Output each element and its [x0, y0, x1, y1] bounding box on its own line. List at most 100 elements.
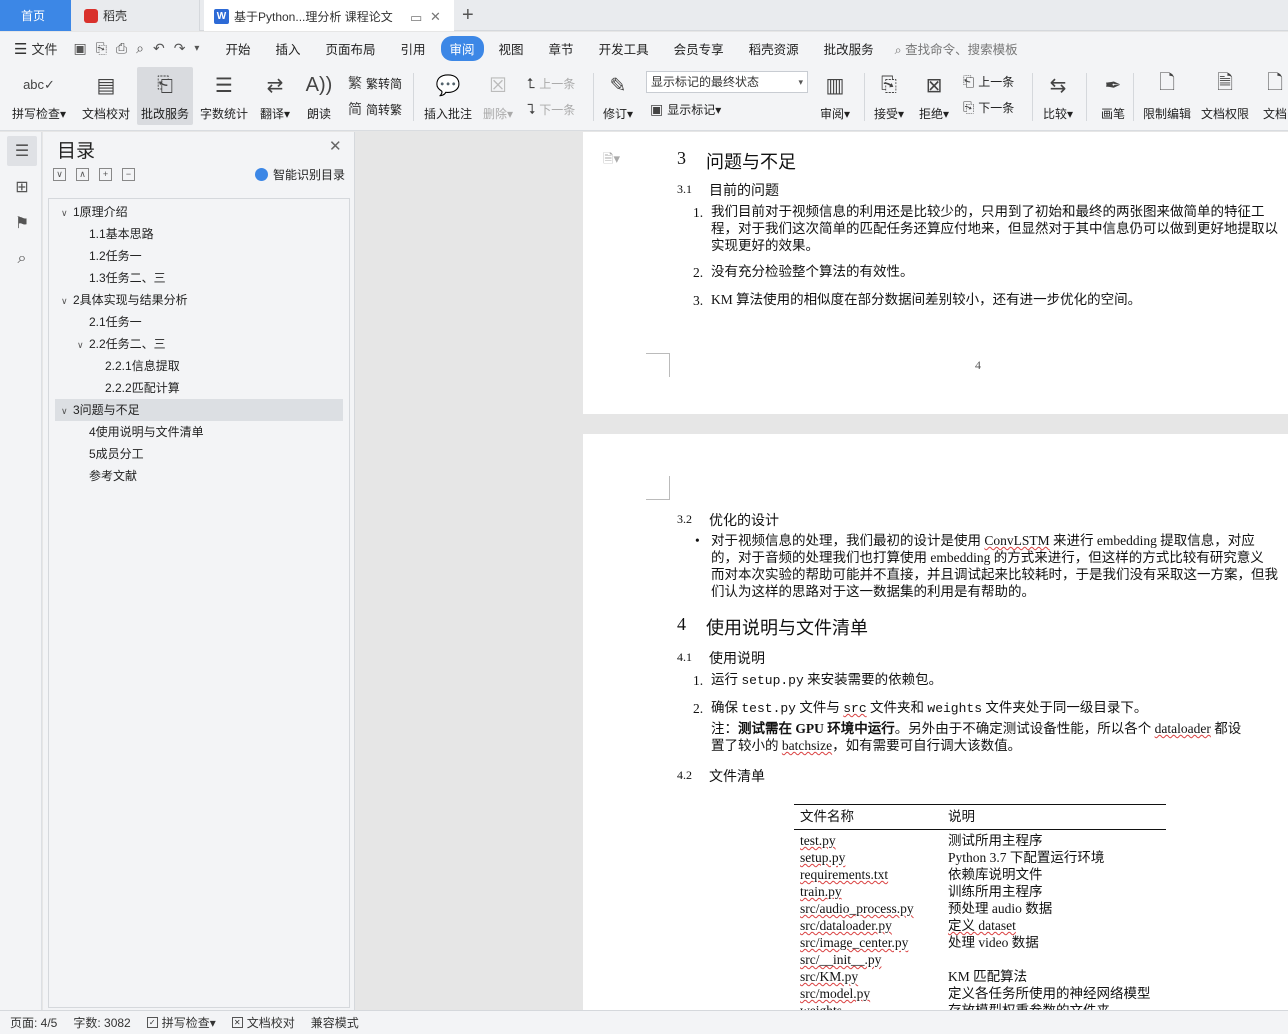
toc-item[interactable]: 5成员分工 [55, 443, 343, 465]
simp-to-trad-button[interactable]: 简简转繁 [348, 99, 402, 119]
doc-proof-toggle[interactable]: ✕ 文档校对 [231, 1014, 295, 1031]
crop-mark [646, 476, 670, 500]
next-change-button[interactable]: ⎘ 下一条 [963, 99, 1014, 116]
bookmark-icon[interactable]: ⚑ [7, 208, 37, 238]
smart-toc-button[interactable]: 智能识别目录 [255, 166, 345, 183]
prev-change-button[interactable]: ⎗ 上一条 [963, 73, 1014, 90]
add-heading-icon[interactable]: + [99, 168, 112, 181]
doc-more-button[interactable]: 🗋 文档 [1259, 67, 1288, 125]
remove-heading-icon[interactable]: − [122, 168, 135, 181]
page-number: 4 [975, 358, 981, 372]
prev-comment-button[interactable]: ⮤ 上一条 [527, 75, 575, 92]
menu-tab-references[interactable]: 引用 [391, 36, 436, 61]
code-run: weights [927, 701, 982, 716]
next-comment-button[interactable]: ⮧ 下一条 [527, 101, 575, 118]
markup-state-select[interactable]: 显示标记的最终状态 ▾ [646, 71, 808, 93]
page-indicator[interactable]: 页面: 4/5 [10, 1014, 57, 1031]
tab-float-icon[interactable]: ▭ [410, 10, 422, 26]
spell-check-button[interactable]: abc✓ 拼写检查▾ [12, 67, 66, 125]
toc-item[interactable]: 1.2任务一 [55, 245, 343, 267]
review-pane-button[interactable]: ▥ 审阅▾ [819, 67, 851, 125]
chevron-down-icon[interactable]: ∨ [61, 290, 73, 312]
redo-icon[interactable]: ↷ [174, 40, 186, 57]
restrict-edit-button[interactable]: 🗋 限制编辑 [1143, 67, 1191, 125]
toc-item[interactable]: 2.2.1信息提取 [55, 355, 343, 377]
collapse-all-icon[interactable]: ∧ [76, 168, 89, 181]
print-preview-icon[interactable]: ⌕ [136, 40, 144, 57]
subsection-number: 3.2 [677, 512, 692, 526]
smart-toc-label: 智能识别目录 [273, 168, 346, 182]
trad-to-simp-button[interactable]: 繁繁转简 [348, 73, 402, 93]
reject-button[interactable]: ⊠ 拒绝▾ [918, 67, 950, 125]
command-search[interactable]: ⌕ 查找命令、搜索模板 [895, 39, 1018, 58]
menu-tab-insert[interactable]: 插入 [265, 36, 310, 61]
ink-button[interactable]: ✒ 画笔 [1097, 67, 1129, 125]
chevron-down-icon[interactable]: ∨ [77, 334, 89, 356]
search-icon[interactable]: ⌕ [7, 244, 37, 274]
compare-button[interactable]: ⇆ 比较▾ [1042, 67, 1074, 125]
ribbon-divider [1133, 73, 1134, 121]
table-cell-filename: src/model.py [800, 986, 871, 1001]
doc-permission-button[interactable]: 🗎 文档权限 [1201, 67, 1249, 125]
document-page[interactable]: 🗎▾ 3 问题与不足 3.1 目前的问题 1. 我们目前对于视频信息的利用还是比… [583, 132, 1288, 414]
toc-item-label: 1.3任务二、三 [89, 271, 166, 285]
document-page[interactable]: 3.2 优化的设计 • 对于视频信息的处理，我们最初的设计是使用 ConvLST… [583, 434, 1288, 1010]
customize-icon[interactable]: ▾ [194, 43, 199, 54]
menu-tab-section[interactable]: 章节 [539, 36, 584, 61]
toc-item[interactable]: ∨ 2具体实现与结果分析 [55, 289, 343, 311]
save-icon[interactable]: ▣ [73, 40, 86, 57]
word-count-button[interactable]: ☰ 字数统计 [200, 67, 248, 125]
undo-icon[interactable]: ↶ [153, 40, 165, 57]
toc-item[interactable]: ∨ 2.2任务二、三 [55, 333, 343, 355]
tab-close-icon[interactable]: ✕ [430, 9, 441, 25]
toc-item[interactable]: 1.1基本思路 [55, 223, 343, 245]
read-aloud-button[interactable]: A)) 朗读 [303, 67, 335, 125]
track-changes-button[interactable]: ✎ 修订▾ [602, 67, 634, 125]
accept-label: 接受 [873, 107, 898, 121]
translate-button[interactable]: ⇄ 翻译▾ [259, 67, 291, 125]
print-icon[interactable]: ⎙ [116, 40, 127, 57]
menu-tab-developer[interactable]: 开发工具 [589, 36, 659, 61]
paragraph-handle-icon[interactable]: 🗎▾ [603, 150, 620, 172]
expand-all-icon[interactable]: ∨ [53, 168, 66, 181]
menu-tab-daoke-resources[interactable]: 稻壳资源 [739, 36, 809, 61]
menu-tab-view[interactable]: 视图 [489, 36, 534, 61]
chevron-down-icon[interactable]: ∨ [61, 202, 73, 224]
toc-item[interactable]: 4使用说明与文件清单 [55, 421, 343, 443]
word-count-indicator[interactable]: 字数: 3082 [73, 1014, 130, 1031]
spell-check-toggle[interactable]: ✓ 拼写检查 ▾ [146, 1014, 216, 1031]
toc-item[interactable]: 2.2.2匹配计算 [55, 377, 343, 399]
show-markup-button[interactable]: ▣ 显示标记 ▾ [650, 101, 721, 118]
simp-to-trad-label: 简转繁 [366, 102, 403, 117]
insert-comment-button[interactable]: 💬 插入批注 [424, 67, 472, 125]
toc-item[interactable]: 1.3任务二、三 [55, 267, 343, 289]
crop-mark [646, 353, 670, 377]
toc-panel-icon[interactable]: ☰ [7, 136, 37, 166]
menu-tab-correction[interactable]: 批改服务 [814, 36, 884, 61]
menu-tab-layout[interactable]: 页面布局 [315, 36, 385, 61]
chevron-down-icon[interactable]: ∨ [61, 400, 73, 422]
delete-comment-button[interactable]: ☒ 删除▾ [482, 67, 514, 125]
accept-button[interactable]: ⎘ 接受▾ [873, 67, 905, 125]
file-menu[interactable]: ☰ 文件 [14, 39, 57, 58]
doc-proof-button[interactable]: ▤ 文档校对 [82, 67, 130, 125]
menu-tab-review[interactable]: 审阅 [440, 36, 484, 61]
subsection-number: 4.2 [677, 768, 692, 782]
toc-item[interactable]: 参考文献 [55, 465, 343, 487]
menu-tab-home[interactable]: 开始 [215, 36, 260, 61]
tab-home[interactable]: 首页 [0, 0, 71, 31]
export-icon[interactable]: ⎘ [96, 40, 107, 57]
close-icon[interactable]: ✕ [329, 137, 342, 155]
toc-item[interactable]: 2.1任务一 [55, 311, 343, 333]
paragraph-line: 们认为这样的思路对于这一数据集的利用是有帮助的。 [711, 584, 1035, 599]
tab-daoke[interactable]: 稻壳 [72, 0, 200, 31]
correction-service-button[interactable]: ⎗ 批改服务 [137, 67, 193, 125]
ribbon: abc✓ 拼写检查▾ ▤ 文档校对 ⎗ 批改服务 ☰ 字数统计 ⇄ 翻译▾ A)… [0, 65, 1288, 131]
toc-item-selected[interactable]: ∨ 3问题与不足 [55, 399, 343, 421]
document-area[interactable]: 🗎▾ 3 问题与不足 3.1 目前的问题 1. 我们目前对于视频信息的利用还是比… [356, 132, 1288, 1010]
menu-tab-member[interactable]: 会员专享 [664, 36, 734, 61]
toc-item[interactable]: ∨ 1原理介绍 [55, 201, 343, 223]
new-tab-button[interactable]: + [462, 4, 474, 26]
nav-outline-icon[interactable]: ⊞ [7, 172, 37, 202]
tab-document[interactable]: W 基于Python...理分析 课程论文 ▭ ✕ [204, 0, 454, 31]
